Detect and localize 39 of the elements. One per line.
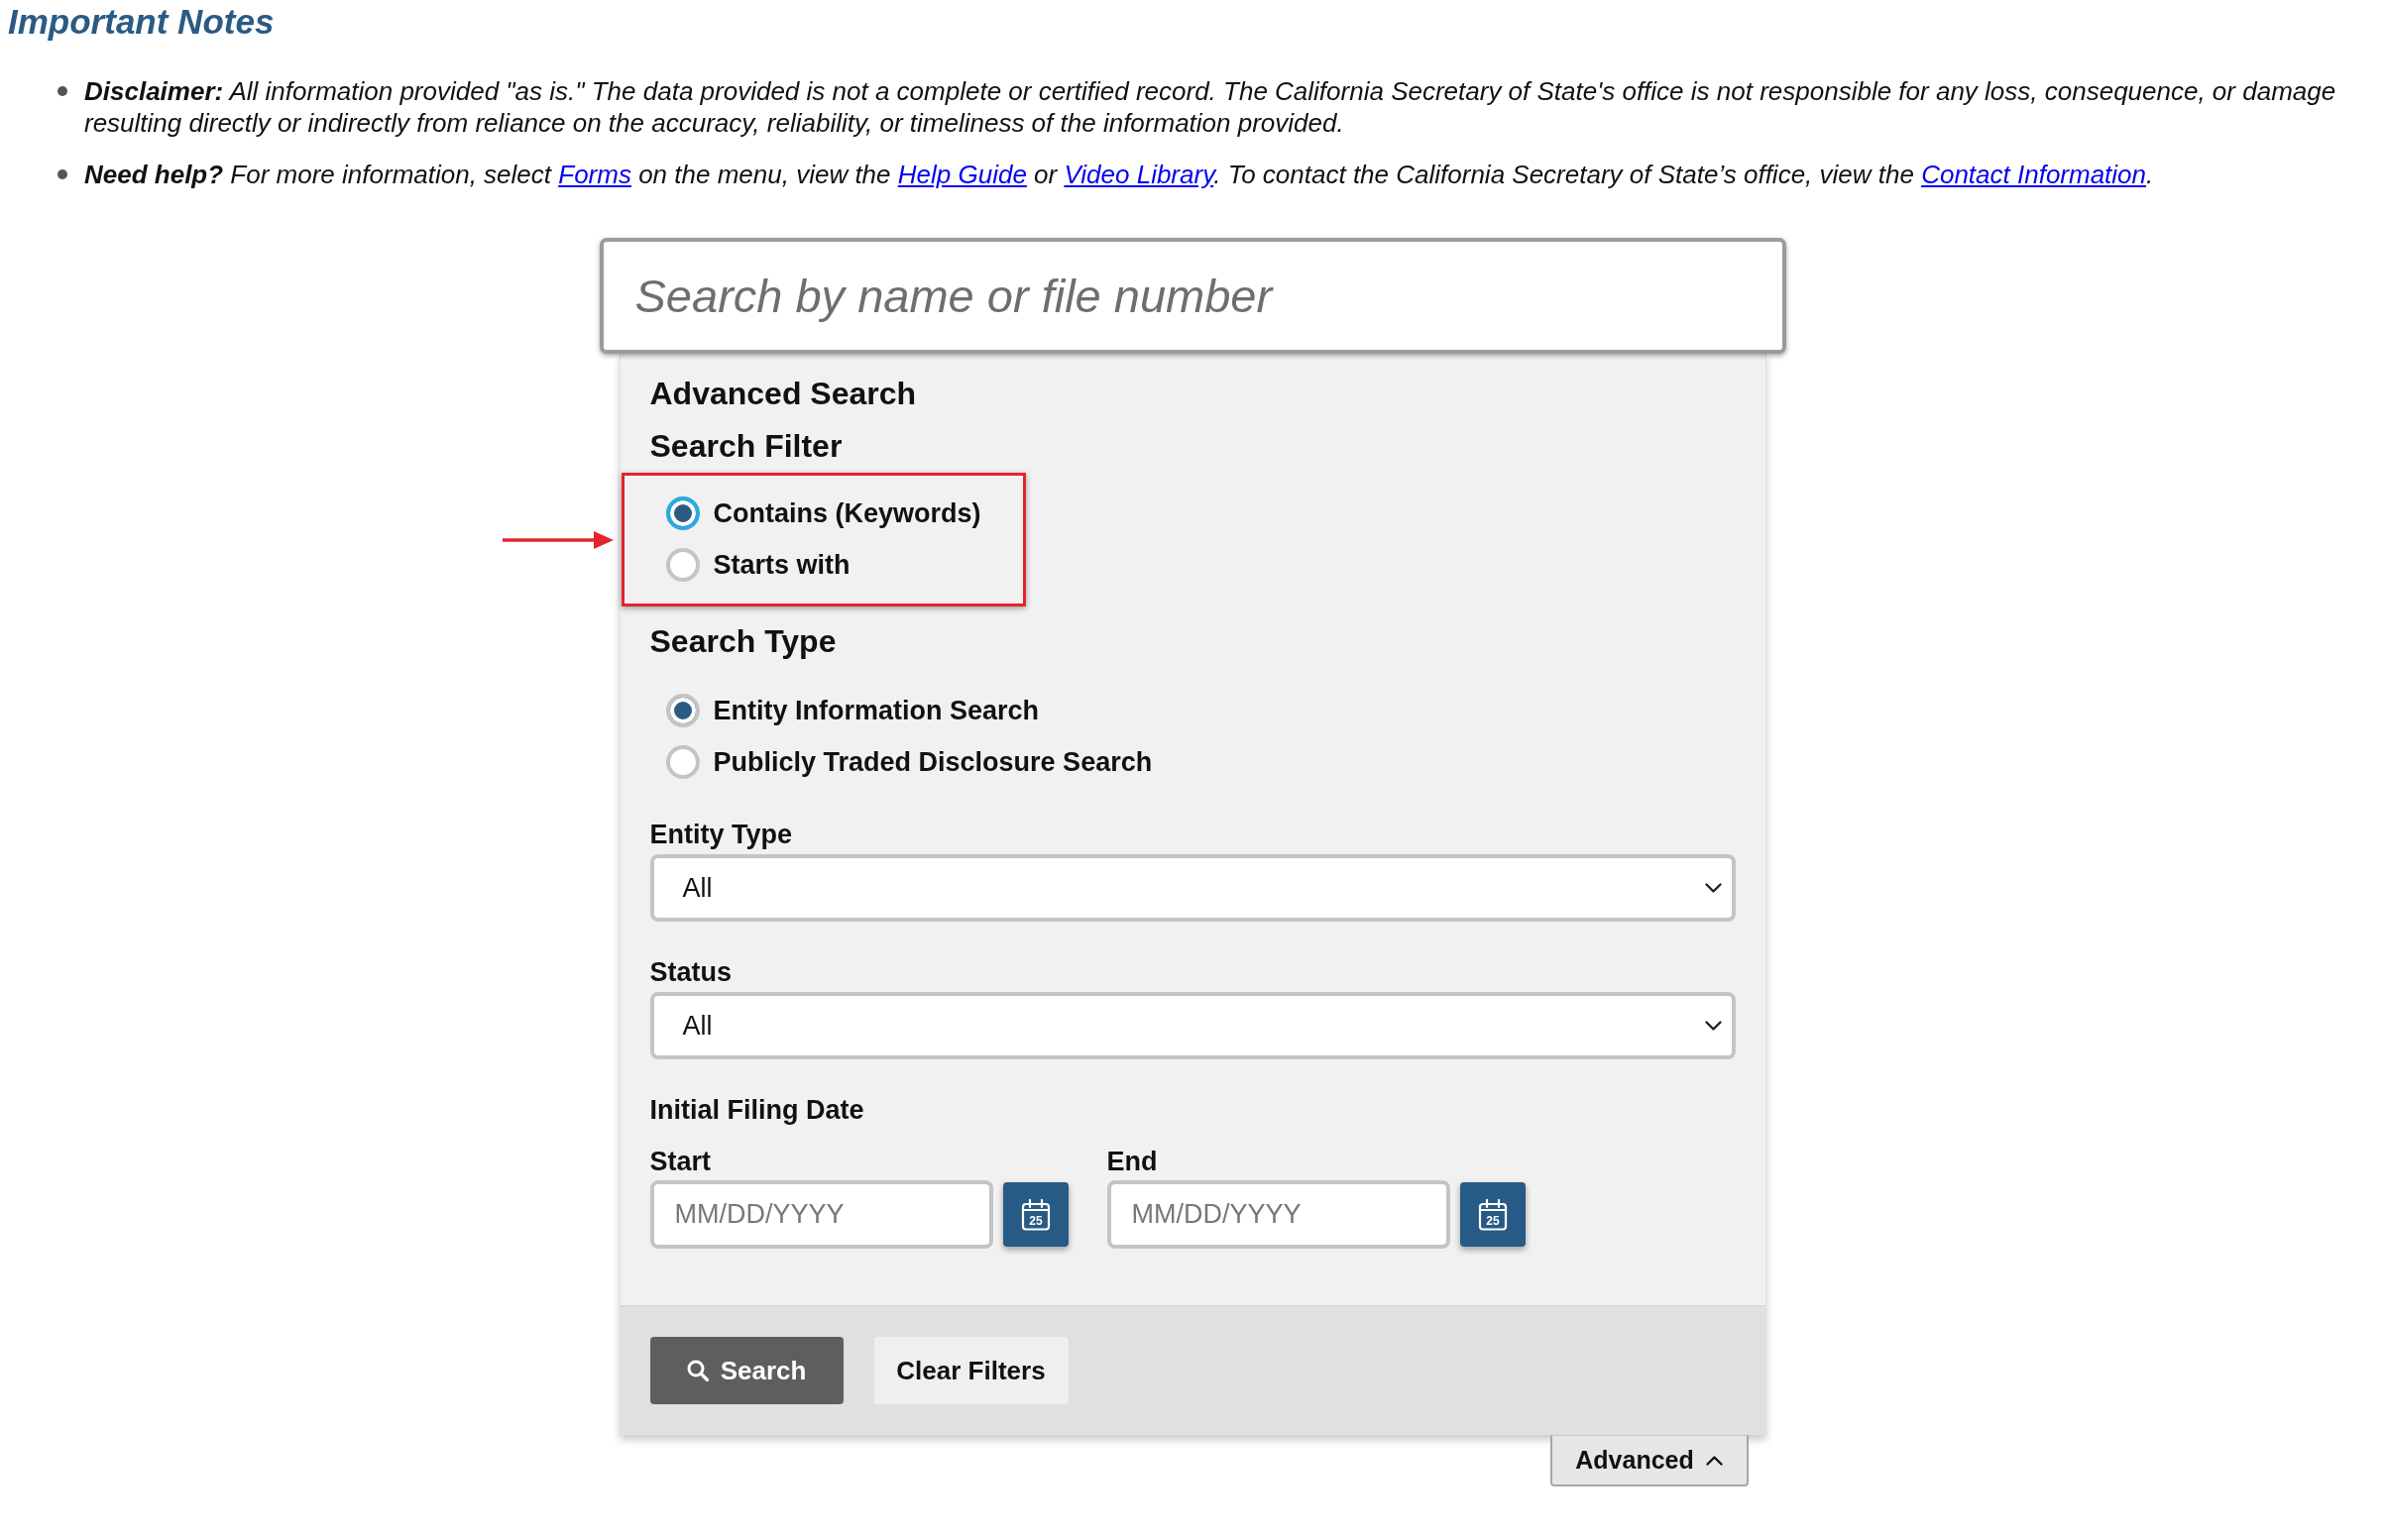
calendar-button[interactable]: 25 (1459, 1182, 1526, 1247)
arrow-icon (502, 529, 614, 551)
field-label: Status (649, 956, 734, 989)
radio-label[interactable]: Starts with (713, 548, 851, 582)
radio-button[interactable] (665, 548, 700, 582)
field-label: Entity Type (649, 819, 794, 851)
section-heading: Search Type (649, 623, 838, 659)
radio-label[interactable]: Publicly Traded Disclosure Search (713, 745, 1153, 779)
radio-label[interactable]: Entity Information Search (713, 694, 1040, 727)
text-link[interactable]: Video Library (1064, 160, 1214, 189)
chevron-icon (1704, 883, 1722, 893)
note-text: Disclaimer: All information provided "as is." The data provided is not a complete or certified record. The California Secretary of State's office is not responsible for any loss, consequence, or damage resulting directly or indirectly from reliance on the accuracy, reliability, or timeliness of the information provided. (84, 75, 2337, 139)
bullet-icon (57, 169, 67, 179)
date-input[interactable]: MM/DD/YYYY (1106, 1180, 1450, 1249)
search-field[interactable]: Search by name or file number (599, 238, 1786, 354)
clear-filters-button[interactable]: Clear Filters (873, 1337, 1069, 1404)
section-title: Important Notes (8, 1, 276, 43)
search-icon (686, 1360, 709, 1381)
radio-button[interactable] (665, 496, 700, 530)
panel-title: Advanced Search (649, 376, 918, 411)
text-link[interactable]: Help Guide (897, 160, 1027, 189)
field-label: End (1106, 1146, 1159, 1178)
search-button[interactable]: Search (649, 1337, 844, 1404)
text-link[interactable]: Forms (558, 160, 631, 189)
dropdown[interactable]: All (649, 854, 1736, 922)
dropdown[interactable]: All (649, 992, 1736, 1059)
section-heading: Search Filter (649, 428, 844, 464)
chevron-icon (1704, 1021, 1722, 1031)
field-label: Start (649, 1146, 712, 1178)
calendar-button[interactable]: 25 (1002, 1182, 1069, 1247)
note-text: Need help? For more information, select Forms on the menu, view the Help Guide or Video Library. To contact the California Secretary of State’s office, view the Contact Information. (84, 159, 2155, 190)
radio-button[interactable] (665, 745, 700, 779)
radio-button[interactable] (665, 694, 700, 727)
bullet-icon (57, 86, 67, 96)
advanced-toggle[interactable]: Advanced (1549, 1435, 1749, 1486)
date-input[interactable]: MM/DD/YYYY (649, 1180, 993, 1249)
text-link[interactable]: Contact Information (1921, 160, 2147, 189)
field-label: Initial Filing Date (649, 1094, 865, 1127)
radio-label[interactable]: Contains (Keywords) (713, 496, 981, 530)
